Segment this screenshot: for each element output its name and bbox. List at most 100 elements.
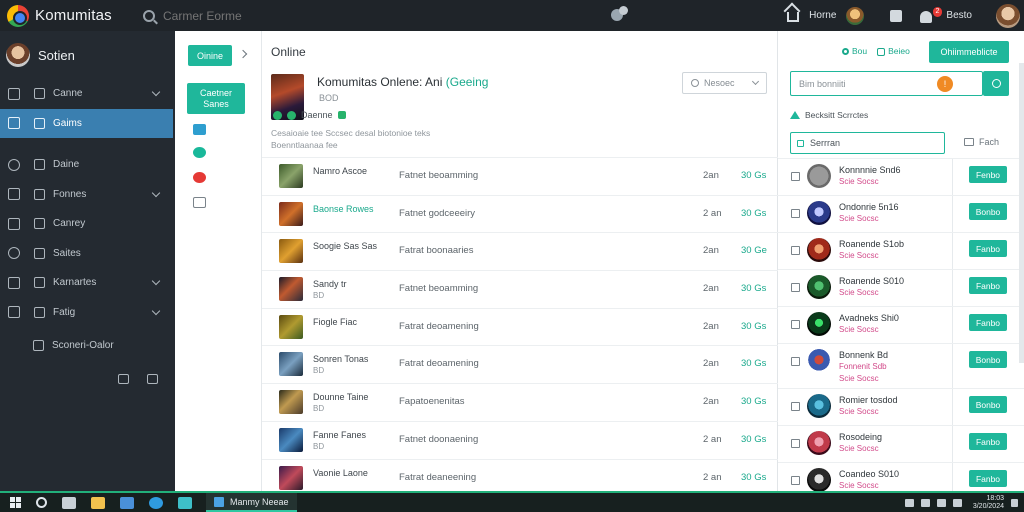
row-checkbox[interactable] — [791, 476, 800, 485]
store-icon[interactable] — [178, 496, 192, 509]
avatar[interactable] — [807, 312, 831, 336]
user-name[interactable]: Rosodeing — [839, 432, 882, 442]
search-button[interactable] — [983, 71, 1009, 96]
settings-label[interactable]: Besto — [946, 10, 972, 21]
taskbar-search-icon[interactable] — [36, 497, 47, 508]
friends-icon[interactable] — [611, 5, 631, 25]
card-icon[interactable] — [193, 197, 206, 208]
row-name[interactable]: Sandy tr — [313, 279, 347, 290]
right-search-field[interactable]: Bim bonniiti ! — [790, 71, 983, 96]
online-button[interactable]: Oinine — [188, 45, 232, 66]
row-name[interactable]: Soogie Sas Sas — [313, 241, 377, 252]
follow-button[interactable]: Fanbo — [969, 240, 1007, 257]
sidebar-item-1[interactable]: Gaims — [0, 108, 173, 138]
table-row[interactable]: Soogie Sas Sas Fatrat boonaaries 2an 30 Ge — [262, 232, 778, 270]
collapse-icon[interactable] — [118, 374, 129, 384]
search-input[interactable] — [163, 8, 423, 23]
avatar[interactable] — [807, 349, 831, 373]
row-name[interactable]: Dounne Taine — [313, 392, 368, 403]
follow-button[interactable]: Fanbo — [969, 433, 1007, 450]
primary-action-button[interactable]: Ohiimmeblicte — [929, 41, 1009, 63]
row-checkbox[interactable] — [791, 209, 800, 218]
follow-button[interactable]: Fanbo — [969, 470, 1007, 487]
row-checkbox[interactable] — [791, 246, 800, 255]
avatar[interactable] — [807, 164, 831, 188]
list-item[interactable]: Avadneks Shi0 Scie Socsc Fanbo — [778, 306, 1024, 343]
sidebar-item-3[interactable]: Fonnes — [0, 180, 175, 210]
category-card[interactable]: Caetner Sanes — [187, 83, 245, 114]
profile-avatar-small[interactable] — [846, 6, 865, 25]
chevron-right-icon[interactable] — [238, 49, 248, 59]
table-row[interactable]: Sandy tr BD Fatnet beoamming 2an 30 Gs — [262, 270, 778, 308]
game-thumbnail[interactable] — [279, 352, 303, 377]
sidebar-item-4[interactable]: Canrey — [0, 209, 175, 239]
table-row[interactable]: Fanne Fanes BD Fatnet doonaening 2 an 30 Gs — [262, 420, 778, 459]
list-item[interactable]: Roanende S010 Scie Socsc Fanbo — [778, 269, 1024, 306]
list-item[interactable]: Romier tosdod Scie Socsc Bonbo — [778, 388, 1024, 425]
chevron-down-icon[interactable] — [151, 188, 161, 197]
scrollbar[interactable] — [1019, 63, 1024, 363]
game-thumbnail[interactable] — [279, 277, 303, 302]
user-name[interactable]: Coandeo S010 — [839, 469, 899, 479]
row-checkbox[interactable] — [791, 357, 800, 366]
sidebar-item-7[interactable]: Fatig — [0, 298, 175, 328]
user-name[interactable]: Konnnnie Snd6 — [839, 165, 901, 175]
row-checkbox[interactable] — [791, 283, 800, 292]
chevron-down-icon[interactable] — [151, 306, 161, 315]
filter-toggle[interactable]: Fach — [964, 137, 999, 147]
taskbar-active-app[interactable]: Manmy Neeae — [206, 493, 297, 512]
home-label[interactable]: Horne — [809, 10, 836, 21]
user-name[interactable]: Romier tosdod — [839, 395, 898, 405]
follow-button[interactable]: Bonbo — [969, 351, 1007, 368]
settings-icon[interactable] — [147, 374, 158, 384]
row-checkbox[interactable] — [791, 172, 800, 181]
user-name[interactable]: Ondonrie 5n16 — [839, 202, 899, 212]
home-icon[interactable] — [787, 12, 800, 22]
chevron-down-icon[interactable] — [151, 87, 161, 97]
table-row[interactable]: Dounne Taine BD Fapatoenenitas 2an 30 Gs — [262, 383, 778, 421]
sidebar-item-6[interactable]: Karnartes — [0, 268, 175, 298]
play-icon[interactable] — [193, 147, 206, 158]
link-1[interactable]: Bou — [842, 46, 867, 56]
mail-icon[interactable] — [120, 496, 134, 509]
row-name[interactable]: Baonse Rowes — [313, 204, 374, 215]
battery-icon[interactable] — [952, 499, 962, 507]
list-item[interactable]: Rosodeing Scie Socsc Fanbo — [778, 425, 1024, 462]
game-thumbnail[interactable] — [279, 427, 303, 452]
filter-field[interactable]: Serrran — [790, 132, 945, 154]
table-row[interactable]: Baonse Rowes Fatnet godceeeiry 2 an 30 Gs — [262, 194, 778, 233]
follow-button[interactable]: Bonbo — [969, 203, 1007, 220]
list-item[interactable]: Roanende S1ob Scie Socsc Fanbo — [778, 232, 1024, 269]
row-checkbox[interactable] — [791, 402, 800, 411]
task-view-icon[interactable] — [62, 496, 76, 509]
image-icon[interactable] — [193, 124, 206, 135]
follow-button[interactable]: Fenbo — [969, 166, 1007, 183]
edge-browser-icon[interactable] — [149, 496, 163, 509]
user-name[interactable]: Roanende S1ob — [839, 239, 904, 249]
row-name[interactable]: Fanne Fanes — [313, 430, 366, 441]
row-name[interactable]: Namro Ascoe — [313, 166, 367, 177]
table-row[interactable]: Sonren Tonas BD Fatrat deoamening 2an 30 Gs — [262, 345, 778, 383]
avatar[interactable] — [807, 275, 831, 299]
game-thumbnail[interactable] — [279, 465, 303, 490]
sidebar-user[interactable]: Sotien — [0, 31, 175, 79]
tray-chevron-icon[interactable] — [904, 499, 914, 507]
row-name[interactable]: Sonren Tonas — [313, 354, 368, 365]
clock[interactable]: 18:03 3/20/2024 — [973, 495, 1004, 511]
table-row[interactable]: Fiogle Fiac Fatrat deoamening 2an 30 Gs — [262, 307, 778, 346]
list-item[interactable]: Ondonrie 5n16 Scie Socsc Bonbo — [778, 195, 1024, 232]
game-thumbnail[interactable] — [279, 314, 303, 339]
extensions-icon[interactable] — [890, 9, 903, 22]
user-name[interactable]: Avadneks Shi0 — [839, 313, 899, 323]
table-row[interactable]: Namro Ascoe Fatnet beoamming 2an 30 Gs — [262, 157, 778, 195]
link-2[interactable]: Beieo — [877, 46, 910, 56]
follow-button[interactable]: Bonbo — [969, 396, 1007, 413]
sidebar-item-0[interactable]: Canne — [0, 79, 175, 109]
row-name[interactable]: Fiogle Fiac — [313, 317, 357, 328]
file-explorer-icon[interactable] — [91, 496, 105, 509]
brand[interactable]: Komumitas — [0, 4, 140, 27]
list-item[interactable]: Konnnnie Snd6 Scie Socsc Fenbo — [778, 158, 1024, 195]
record-icon[interactable] — [193, 172, 206, 183]
avatar[interactable] — [807, 394, 831, 418]
volume-icon[interactable] — [936, 499, 946, 507]
